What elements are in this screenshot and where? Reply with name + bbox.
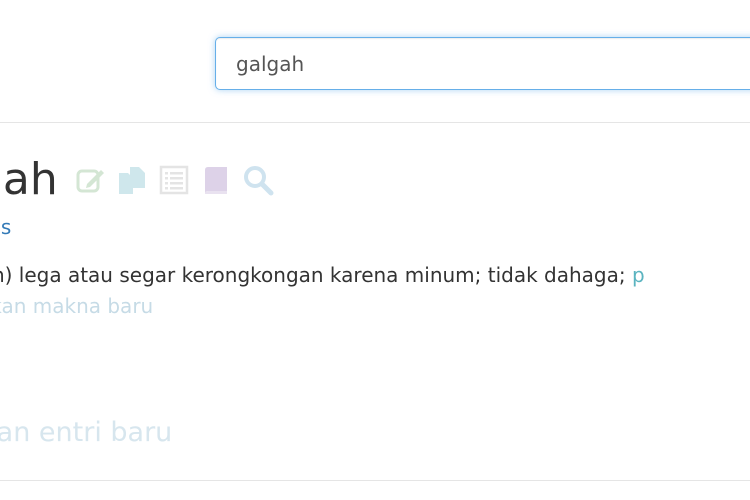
footer-divider [0,480,750,481]
book-icon[interactable] [200,164,232,196]
entry-tools [74,164,274,196]
search-input[interactable] [215,37,750,90]
definition: dah) lega atau segar kerongkongan karena… [0,261,645,289]
list-icon[interactable] [158,164,190,196]
copy-icon[interactable] [116,164,148,196]
suggest-entry-link[interactable]: lkan entri baru [0,416,172,450]
page: gah [0,0,750,500]
entry-title: gah [0,154,58,205]
entry-header: gah [0,150,274,210]
entry-label[interactable]: rus [0,214,11,240]
definition-text: dah) lega atau segar kerongkongan karena… [0,263,626,287]
header-divider [0,122,750,123]
edit-icon[interactable] [74,164,106,196]
definition-link[interactable]: p [632,263,645,287]
search-icon[interactable] [242,164,274,196]
suggest-meaning-link[interactable]: ulkan makna baru [0,293,153,319]
